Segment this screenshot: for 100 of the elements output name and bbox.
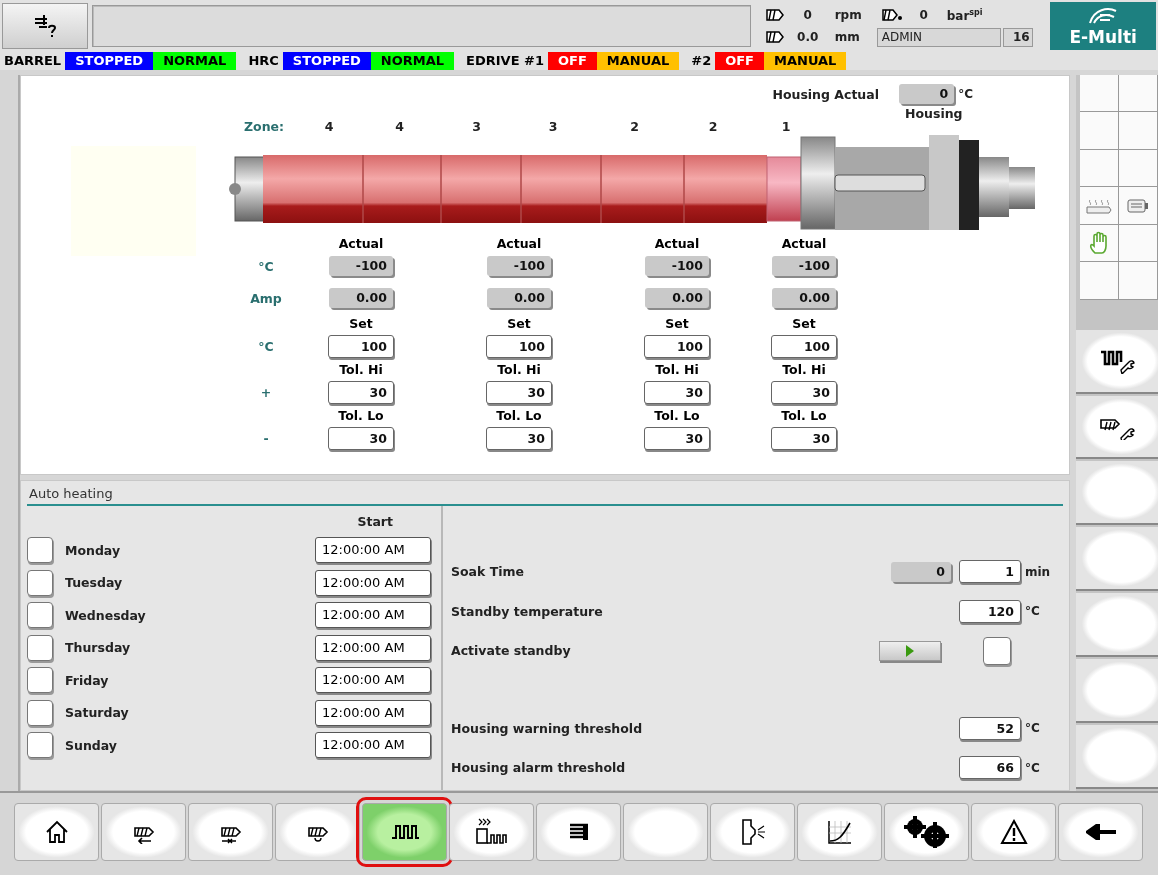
stroke-unit: mm xyxy=(833,30,861,44)
nav-button[interactable] xyxy=(449,803,534,861)
heater-icon xyxy=(1086,197,1112,214)
status-tag: OFF xyxy=(548,52,597,70)
unit-label: °C xyxy=(958,87,973,101)
value-field[interactable]: 66 xyxy=(959,756,1021,780)
indicator-cell xyxy=(1119,112,1158,150)
day-checkbox[interactable] xyxy=(27,667,53,694)
column-header: Tol. Lo xyxy=(338,407,384,423)
current-readout: 0.00 xyxy=(329,288,393,308)
column-header: Start xyxy=(356,513,394,531)
start-time-field[interactable]: 12:00:00 AM xyxy=(315,537,431,564)
zone-number: 1 xyxy=(780,119,792,135)
chart-icon xyxy=(826,819,853,845)
zone-number: 2 xyxy=(707,119,719,135)
standby-checkbox[interactable] xyxy=(983,636,1011,665)
tolerance-field[interactable]: 30 xyxy=(771,380,837,404)
start-time-field[interactable]: 12:00:00 AM xyxy=(315,732,431,759)
day-label: Saturday xyxy=(65,705,130,721)
soak-time-field[interactable]: 1 xyxy=(959,560,1021,584)
housing-caption: Housing xyxy=(904,106,964,121)
column-header: Tol. Lo xyxy=(781,407,827,423)
setpoint-field[interactable]: 100 xyxy=(771,334,837,358)
nav-button[interactable] xyxy=(188,803,273,861)
setpoint-field[interactable]: 100 xyxy=(644,334,710,358)
tolerance-field[interactable]: 30 xyxy=(486,426,552,450)
list-icon xyxy=(568,823,589,841)
play-icon xyxy=(906,644,914,657)
unit-label: min xyxy=(1024,564,1052,579)
tolerance-field[interactable]: 30 xyxy=(771,426,837,450)
column-header: Tol. Lo xyxy=(496,407,542,423)
nav-button[interactable] xyxy=(536,803,621,861)
current-readout: 0.00 xyxy=(772,288,836,308)
status-label: HRC xyxy=(247,52,280,70)
back-arrow-icon xyxy=(1085,824,1116,840)
day-label: Tuesday xyxy=(65,575,124,591)
temperature-readout: -100 xyxy=(645,256,709,276)
setting-label: Housing alarm threshold xyxy=(451,760,627,776)
zone-number: 3 xyxy=(547,119,559,135)
day-checkbox[interactable] xyxy=(27,732,53,759)
unit-label: °C xyxy=(1024,721,1041,736)
stroke-value: 0.0 xyxy=(796,30,820,44)
nav-button[interactable] xyxy=(710,803,795,861)
nav-button[interactable] xyxy=(101,803,186,861)
row-label: °C xyxy=(257,258,275,274)
day-checkbox[interactable] xyxy=(27,699,53,726)
tolerance-field[interactable]: 30 xyxy=(644,380,710,404)
zone-number: 4 xyxy=(394,119,405,135)
column-header: Tol. Hi xyxy=(339,361,383,377)
column-header: Tol. Hi xyxy=(782,361,826,377)
temperature-readout: -100 xyxy=(487,256,551,276)
status-label: #2 xyxy=(690,52,713,70)
column-header: Actual xyxy=(654,235,700,251)
start-time-field[interactable]: 12:00:00 AM xyxy=(315,569,431,596)
day-checkbox[interactable] xyxy=(27,634,53,661)
indicator-cell xyxy=(1119,75,1158,113)
tolerance-field[interactable]: 30 xyxy=(486,380,552,404)
nav-button[interactable] xyxy=(275,803,360,861)
nav-button[interactable] xyxy=(14,803,99,861)
day-checkbox[interactable] xyxy=(27,602,53,629)
status-label: EDRIVE #1 xyxy=(465,52,546,70)
nav-button[interactable] xyxy=(1058,803,1143,861)
value-field[interactable]: 52 xyxy=(959,716,1021,740)
status-tag: OFF xyxy=(715,52,764,70)
start-time-field[interactable]: 12:00:00 AM xyxy=(315,602,431,629)
column-header: Tol. Hi xyxy=(655,361,699,377)
row-label: °C xyxy=(257,338,275,354)
start-time-field[interactable]: 12:00:00 AM xyxy=(315,699,431,726)
start-time-field[interactable]: 12:00:00 AM xyxy=(315,634,431,661)
nav-button[interactable] xyxy=(797,803,882,861)
nav-button[interactable] xyxy=(884,803,969,861)
day-checkbox[interactable] xyxy=(27,537,53,564)
help-button[interactable] xyxy=(2,3,88,49)
indicator-cell xyxy=(1080,75,1119,113)
status-label: BARREL xyxy=(3,52,63,70)
value-field[interactable]: 120 xyxy=(959,599,1021,623)
zone-label: Zone: xyxy=(244,119,286,135)
day-checkbox[interactable] xyxy=(27,569,53,596)
heater-wave-icon xyxy=(474,817,509,847)
setpoint-field[interactable]: 100 xyxy=(328,334,394,358)
column-header: Set xyxy=(665,315,689,331)
setpoint-field[interactable]: 100 xyxy=(486,334,552,358)
nav-button[interactable] xyxy=(971,803,1056,861)
column-header: Actual xyxy=(496,235,542,251)
zone-number: 4 xyxy=(323,119,335,135)
day-label: Friday xyxy=(65,672,110,688)
tolerance-field[interactable]: 30 xyxy=(328,380,394,404)
tolerance-field[interactable]: 30 xyxy=(328,426,394,450)
tolerance-field[interactable]: 30 xyxy=(644,426,710,450)
start-button[interactable] xyxy=(879,640,941,661)
row-label: + xyxy=(259,384,273,400)
screw-icon xyxy=(764,28,785,46)
day-label: Sunday xyxy=(65,737,118,753)
start-time-field[interactable]: 12:00:00 AM xyxy=(315,667,431,694)
side-button[interactable] xyxy=(1076,329,1158,394)
zone-number: 2 xyxy=(629,119,640,135)
housing-actual-label: Housing Actual xyxy=(772,86,879,102)
side-button[interactable] xyxy=(1076,395,1158,460)
current-readout: 0.00 xyxy=(645,288,709,308)
day-label: Wednesday xyxy=(65,607,147,623)
